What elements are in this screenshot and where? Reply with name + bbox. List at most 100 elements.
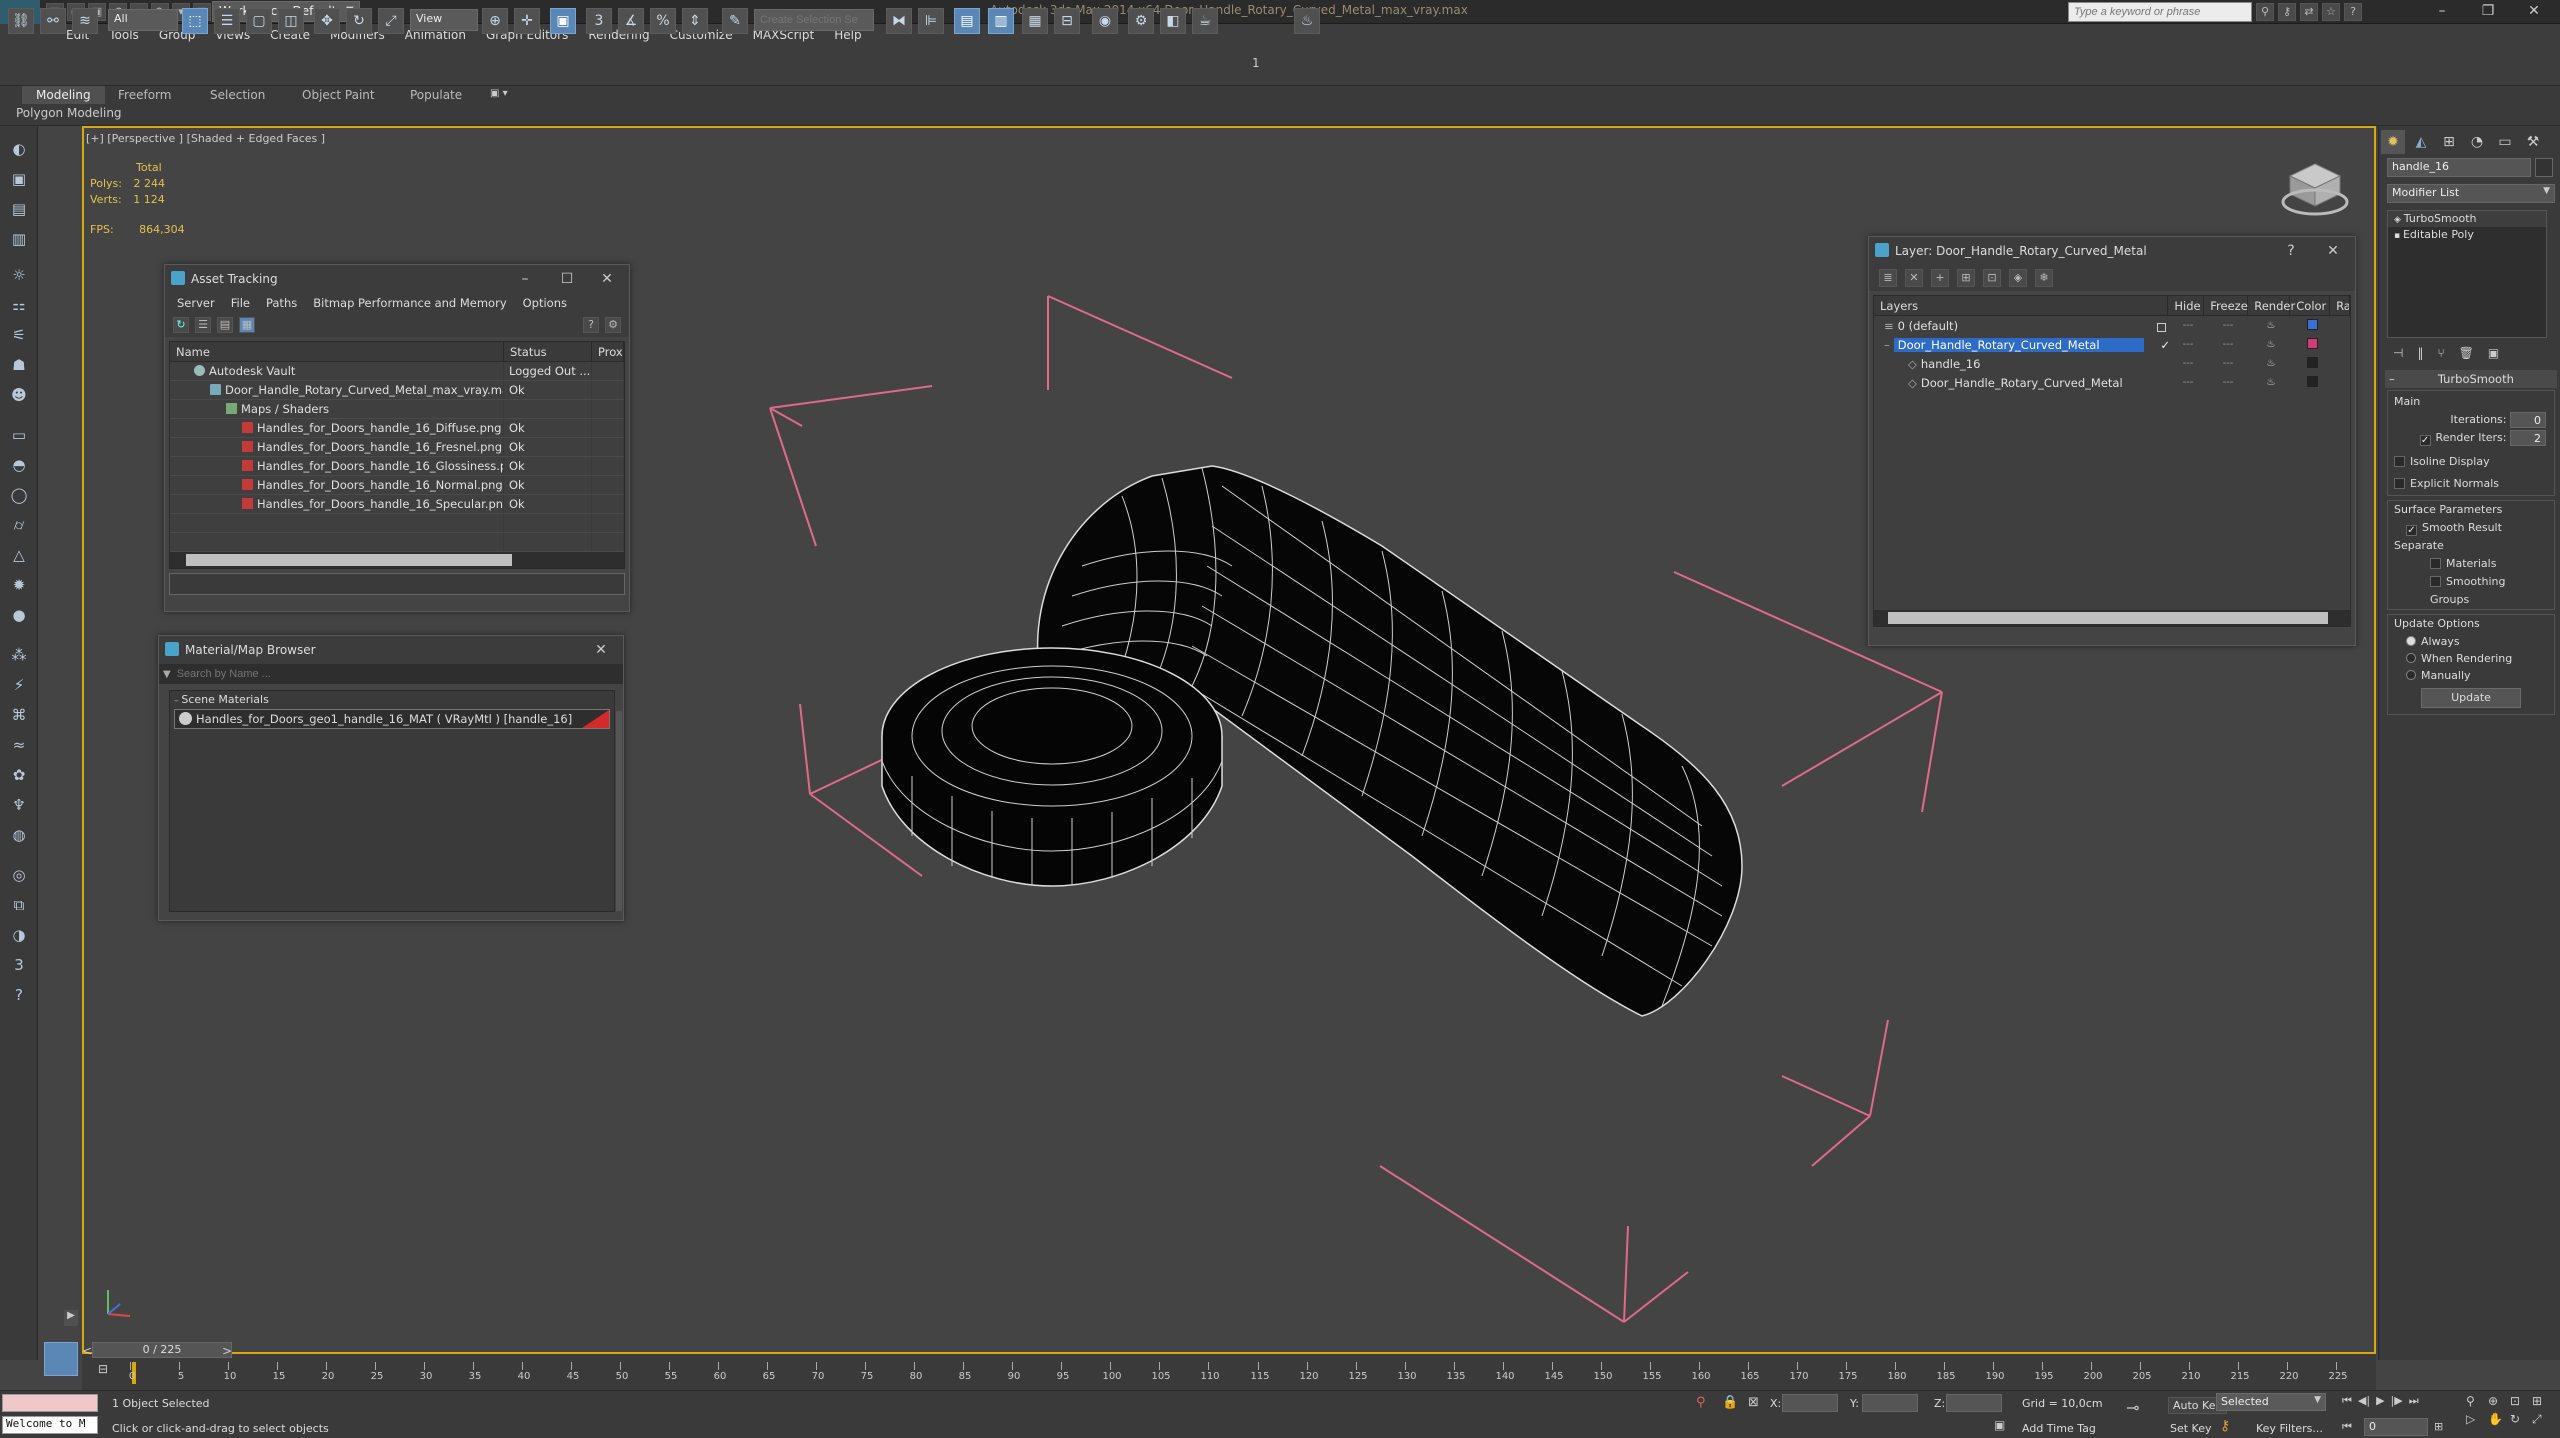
viewport-layout-icon[interactable]: ◐ <box>5 136 33 162</box>
zoom-extents-all-icon[interactable]: ⊞ <box>2532 1394 2554 1408</box>
current-frame-field[interactable]: 0 <box>2364 1418 2428 1436</box>
current-layer-checkbox[interactable] <box>2157 322 2166 332</box>
table-row[interactable]: Handles_for_Doors_handle_16_Diffuse.png O… <box>170 419 624 438</box>
select-rotate-icon[interactable]: ↻ <box>346 8 372 34</box>
freeze-toggle[interactable]: --- <box>2206 377 2250 388</box>
keyboard-shortcut-override-icon[interactable]: ▣ <box>550 8 576 34</box>
column-proxy[interactable]: Proxy <box>592 342 624 361</box>
asset-menu-file[interactable]: File <box>223 293 258 313</box>
track-bar-menu-icon[interactable]: ⊟ <box>98 1362 108 1376</box>
vray-hair-icon[interactable]: ♆ <box>5 792 33 818</box>
render-settings-teapot-icon[interactable]: ♨ <box>1294 8 1320 34</box>
table-row[interactable]: Door_Handle_Rotary_Curved_Metal_max_vray… <box>170 381 624 400</box>
render-teapot-icon[interactable]: ♨ <box>2250 339 2292 350</box>
freeze-toggle[interactable]: --- <box>2206 339 2250 350</box>
update-always-radio[interactable] <box>2406 636 2416 646</box>
ribbon-options-icon[interactable]: ▣ ▾ <box>490 88 508 99</box>
modifier-list-dropdown[interactable]: Modifier List ▼ <box>2387 184 2555 203</box>
stack-item-editable-poly[interactable]: ▪ Editable Poly <box>2388 227 2546 243</box>
z-coordinate-field[interactable] <box>1946 1394 2002 1412</box>
lights-icon[interactable]: ☼ <box>5 262 33 288</box>
expand-viewport-arrow-icon[interactable]: ▶ <box>64 1310 78 1326</box>
reference-coordinate-dropdown[interactable]: View <box>410 9 478 31</box>
exchange-icon[interactable]: ⇄ <box>2300 3 2318 21</box>
hide-toggle[interactable]: --- <box>2170 358 2206 369</box>
close-button[interactable]: ✕ <box>2512 0 2556 24</box>
mirror-icon[interactable]: ⧓ <box>886 8 912 34</box>
update-when-rendering-radio[interactable] <box>2406 653 2416 663</box>
render-teapot-icon[interactable]: ♨ <box>2250 377 2292 388</box>
bind-space-warp-icon[interactable]: ≋ <box>72 8 98 34</box>
highlight-selected-layer-icon[interactable]: ◈ <box>2009 269 2027 287</box>
iterations-spinner[interactable]: 0 <box>2510 412 2546 428</box>
utilities-tab-icon[interactable]: ⚒ <box>2521 130 2545 154</box>
hierarchy-tab-icon[interactable]: ⊞ <box>2437 130 2461 154</box>
hair-icon[interactable]: ≈ <box>5 732 33 758</box>
zoom-icon[interactable]: ⚲ <box>2466 1394 2488 1408</box>
isoline-display-checkbox[interactable] <box>2394 456 2405 467</box>
select-object-icon[interactable]: ⬚ <box>182 8 208 34</box>
absolute-mode-transform-icon[interactable]: ⊠ <box>1748 1395 1759 1410</box>
select-move-icon[interactable]: ✥ <box>314 8 340 34</box>
table-row[interactable]: Maps / Shaders <box>170 400 624 419</box>
tab-selection[interactable]: Selection <box>196 86 279 104</box>
select-manipulate-icon[interactable]: ✛ <box>514 8 540 34</box>
material-editor-icon[interactable]: ◉ <box>1092 8 1118 34</box>
asset-menu-server[interactable]: Server <box>169 293 223 313</box>
freeze-toggle[interactable]: --- <box>2206 358 2250 369</box>
column-hide[interactable]: Hide <box>2168 296 2205 315</box>
orbit-icon[interactable]: ↻ <box>2510 1412 2532 1427</box>
make-unique-icon[interactable]: ⑂ <box>2437 346 2444 360</box>
material-search-input[interactable] <box>176 665 623 683</box>
help-icon[interactable]: ? <box>2344 3 2362 21</box>
edit-named-selection-icon[interactable]: ✎ <box>722 8 748 34</box>
add-time-tag-button[interactable]: Add Time Tag <box>2022 1422 2096 1435</box>
default-in-out-tangent-key-icon[interactable]: ⊸ <box>2126 1398 2139 1417</box>
next-frame-arrow-icon[interactable]: > <box>222 1344 232 1358</box>
asset-help-icon[interactable]: ? <box>583 317 599 333</box>
graphite-toolbar-icon[interactable]: ▦ <box>1022 8 1048 34</box>
pin-stack-icon[interactable]: ⊣ <box>2393 346 2403 360</box>
previous-frame-icon[interactable]: ◀| <box>2358 1394 2370 1408</box>
delete-layer-icon[interactable]: ✕ <box>1905 269 1923 287</box>
layer-row-selected[interactable]: – Door_Handle_Rotary_Curved_Metal ✓ --- --… <box>1874 335 2350 354</box>
stack-item-turbosmooth[interactable]: ◈ TurboSmooth <box>2388 211 2546 227</box>
asset-menu-options[interactable]: Options <box>515 293 575 313</box>
layer-color-swatch[interactable] <box>2306 375 2318 387</box>
left-help-icon[interactable]: ? <box>5 982 33 1008</box>
layer-help-button[interactable]: ? <box>2271 237 2311 265</box>
layer-settings-icon[interactable]: ≣ <box>1879 269 1897 287</box>
maxscript-mini-listener[interactable]: Welcome to M <box>2 1416 98 1434</box>
layer-color-swatch[interactable] <box>2306 356 2318 368</box>
column-status[interactable]: Status <box>504 342 592 361</box>
scrollbar-thumb[interactable] <box>186 554 512 566</box>
layer-color-swatch[interactable] <box>2306 337 2318 349</box>
render-element-icon[interactable]: ◎ <box>5 862 33 888</box>
table-row[interactable]: Handles_for_Doors_handle_16_Specular.png… <box>170 495 624 514</box>
render-setup-icon[interactable]: ⚙ <box>1128 8 1154 34</box>
isolate-selection-icon[interactable]: ⚲ <box>1696 1395 1706 1410</box>
set-key-button[interactable]: Set Key <box>2170 1422 2212 1435</box>
smoothing-groups-checkbox[interactable] <box>2430 576 2441 587</box>
column-radiosity[interactable]: Rad <box>2330 296 2350 315</box>
binoculars-icon[interactable]: ⚲ <box>2256 3 2274 21</box>
sun-light-icon[interactable]: ✹ <box>5 572 33 598</box>
select-by-name-icon[interactable]: ☰ <box>214 8 240 34</box>
detail-view-icon[interactable]: ▤ <box>217 317 233 333</box>
create-tab-icon[interactable]: ✹ <box>2381 130 2405 154</box>
remove-modifier-icon[interactable]: 🗑 <box>2459 346 2474 360</box>
layer-manager-icon[interactable]: ▤ <box>5 196 33 222</box>
maxscript-listener-field[interactable] <box>2 1394 98 1412</box>
key-filters-button[interactable]: Key Filters... <box>2256 1422 2323 1435</box>
fur-icon[interactable]: ✿ <box>5 762 33 788</box>
selection-lock-icon[interactable]: 🔒 <box>1722 1395 1738 1410</box>
column-render[interactable]: Render <box>2248 296 2295 315</box>
scene-explorer-icon-left[interactable]: ▥ <box>5 226 33 252</box>
layer-close-button[interactable]: ✕ <box>2313 237 2353 265</box>
dynamics-icon[interactable]: ⚡ <box>5 672 33 698</box>
motion-tab-icon[interactable]: ◔ <box>2465 130 2489 154</box>
maximize-button[interactable]: ❐ <box>2466 0 2510 24</box>
add-selected-to-layer-icon[interactable]: ⊞ <box>1957 269 1975 287</box>
column-name[interactable]: Name <box>170 342 504 361</box>
zoom-all-icon[interactable]: ⊕ <box>2488 1394 2510 1408</box>
